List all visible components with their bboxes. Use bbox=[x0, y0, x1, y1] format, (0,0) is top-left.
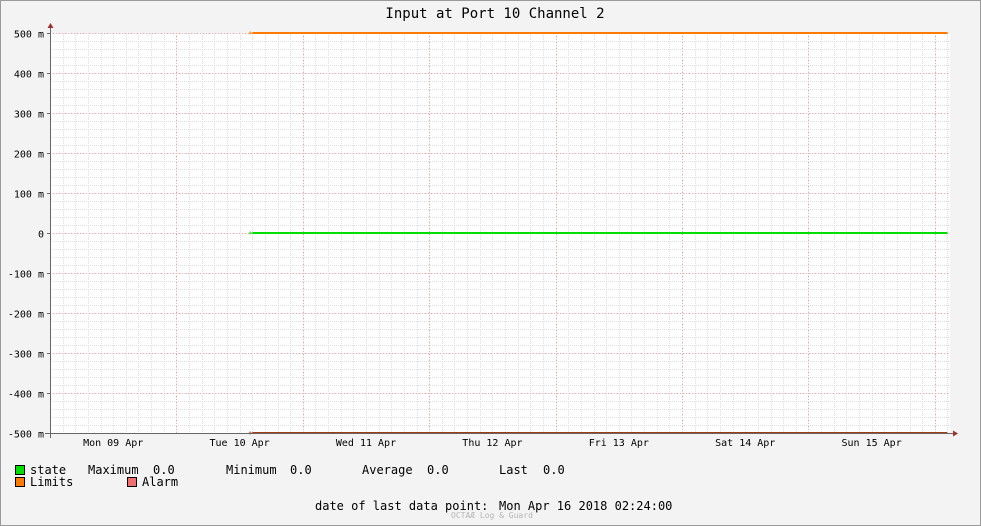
y-tick-label: -100 m bbox=[8, 270, 44, 281]
x-axis-arrow bbox=[953, 430, 958, 437]
minimum-value: 0.0 bbox=[290, 463, 312, 477]
y-tick-label: 300 m bbox=[14, 110, 44, 121]
y-axis-ticks: 500 m 400 m 300 m 200 m 100 m 0 -100 m -200 m -3… bbox=[8, 30, 50, 441]
limits-legend-label: Limits bbox=[30, 475, 74, 489]
chart-plot: Input at Port 10 Channel 2 500 m 400 m 300… bbox=[8, 6, 958, 449]
series-start-point bbox=[248, 231, 252, 235]
x-tick-label: Sun 15 Apr bbox=[842, 438, 902, 449]
last-label: Last bbox=[499, 463, 528, 477]
x-tick-label: Fri 13 Apr bbox=[589, 438, 649, 449]
y-tick-label: -400 m bbox=[8, 390, 44, 401]
y-tick-label: -500 m bbox=[8, 430, 44, 441]
y-tick-label: 400 m bbox=[14, 70, 44, 81]
x-tick-label: Mon 09 Apr bbox=[83, 438, 143, 449]
minimum-label: Minimum bbox=[226, 463, 277, 477]
y-tick-label: 500 m bbox=[14, 30, 44, 41]
alarm-legend-label: Alarm bbox=[142, 475, 179, 489]
state-legend-swatch bbox=[15, 465, 25, 475]
y-tick-label: -300 m bbox=[8, 350, 44, 361]
x-tick-label: Sat 14 Apr bbox=[715, 438, 775, 449]
y-tick-label: 200 m bbox=[14, 150, 44, 161]
limits-legend-swatch bbox=[15, 477, 25, 487]
x-axis-ticks: Mon 09 Apr Tue 10 Apr Wed 11 Apr Thu 12 Apr… bbox=[83, 438, 902, 449]
y-tick-label: -200 m bbox=[8, 310, 44, 321]
average-label: Average bbox=[362, 463, 413, 477]
alarm-legend-swatch bbox=[127, 477, 137, 487]
x-tick-label: Thu 12 Apr bbox=[462, 438, 522, 449]
maximum-label: Maximum bbox=[88, 463, 139, 477]
y-axis-arrow bbox=[47, 23, 54, 28]
series-start-point bbox=[248, 31, 252, 35]
y-tick-label: 0 bbox=[38, 230, 44, 241]
chart-title: Input at Port 10 Channel 2 bbox=[385, 6, 604, 22]
x-tick-label: Wed 11 Apr bbox=[336, 438, 396, 449]
x-tick-label: Tue 10 Apr bbox=[209, 438, 269, 449]
y-tick-label: 100 m bbox=[14, 190, 44, 201]
watermark-text: OCTAÆ Log & Guard bbox=[451, 511, 533, 520]
last-value: 0.0 bbox=[543, 463, 565, 477]
average-value: 0.0 bbox=[427, 463, 449, 477]
